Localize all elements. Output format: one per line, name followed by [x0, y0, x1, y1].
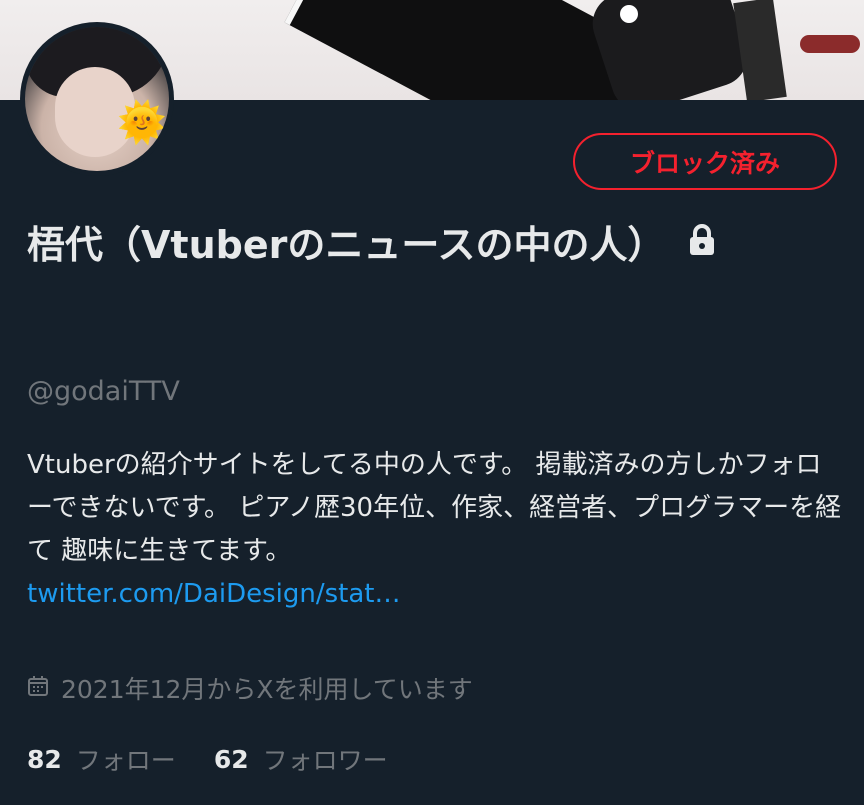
banner-art-shape [620, 5, 638, 23]
joined-text: 2021年12月からXを利用しています [61, 675, 473, 704]
banner-art-shape [800, 35, 860, 53]
bio-link[interactable]: twitter.com/DaiDesign/stat… [27, 579, 401, 609]
followers-label: フォロワー [262, 746, 388, 775]
followers-link[interactable]: 62 フォロワー [214, 741, 388, 777]
banner-art-shape [584, 0, 756, 100]
banner-art-shape [733, 0, 787, 100]
following-count: 82 [27, 744, 62, 774]
following-link[interactable]: 82 フォロー [27, 741, 176, 777]
followers-count: 62 [213, 744, 249, 774]
avatar[interactable]: 🌞 [25, 27, 169, 171]
sun-emoji-icon: 🌞 [117, 100, 167, 146]
profile-bio: Vtuberの紹介サイトをしてる中の人です。 掲載済みの方しかフォローできないで… [27, 444, 847, 616]
profile-name-text: 梧代（Vtuberのニュースの中の人） [27, 223, 666, 267]
follow-stats: 82 フォロー 62 フォロワー [27, 741, 426, 777]
bio-text: Vtuberの紹介サイトをしてる中の人です。 掲載済みの方しかフォローできないで… [27, 450, 842, 566]
profile-name: 梧代（Vtuberのニュースの中の人） [27, 218, 767, 275]
lock-icon [687, 217, 717, 271]
profile-handle: @godaiTTV [27, 376, 180, 407]
joined-date: 2021年12月からXを利用しています [27, 670, 473, 706]
calendar-icon [27, 674, 61, 703]
blocked-button[interactable]: ブロック済み [573, 133, 837, 190]
following-label: フォロー [75, 746, 176, 775]
